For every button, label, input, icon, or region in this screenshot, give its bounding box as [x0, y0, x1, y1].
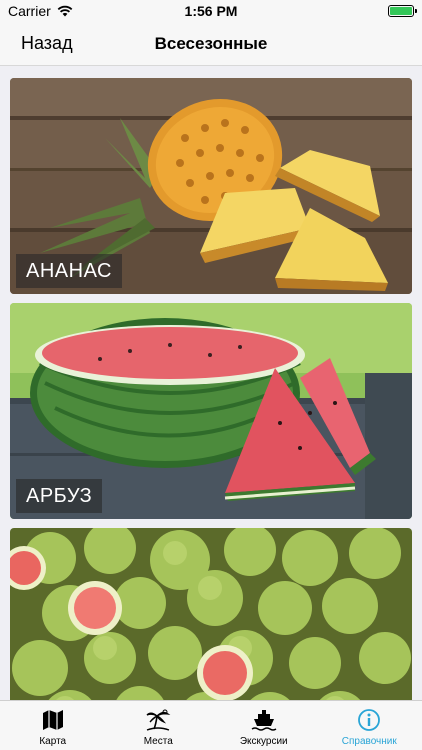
guava-photo	[10, 528, 412, 700]
ship-icon	[250, 706, 278, 734]
navigation-bar: Назад Всесезонные	[0, 22, 422, 66]
fruit-list[interactable]: АНАНАС АРБУЗ	[0, 66, 422, 700]
status-bar: Carrier 1:56 PM	[0, 0, 422, 22]
wifi-icon	[57, 5, 73, 17]
back-button[interactable]: Назад	[21, 33, 73, 54]
item-label: АРБУЗ	[16, 479, 103, 513]
tab-places[interactable]: Места	[106, 701, 212, 750]
carrier-label: Carrier	[8, 3, 51, 19]
tab-reference[interactable]: Справочник	[317, 701, 422, 750]
tab-label: Места	[143, 736, 173, 747]
tab-excursions[interactable]: Экскурсии	[211, 701, 317, 750]
map-icon	[39, 706, 67, 734]
list-item-watermelon[interactable]: АРБУЗ	[10, 303, 412, 519]
tab-bar: Карта Места Экскурсии Справочник	[0, 700, 422, 750]
tab-map[interactable]: Карта	[0, 701, 106, 750]
tab-label: Справочник	[341, 736, 397, 747]
status-left: Carrier	[8, 3, 73, 19]
battery-level	[390, 7, 412, 15]
info-icon	[355, 706, 383, 734]
palm-tree-icon	[144, 706, 172, 734]
battery-icon	[388, 5, 417, 17]
item-label: АНАНАС	[16, 254, 122, 288]
list-item-guava[interactable]	[10, 528, 412, 700]
list-item-pineapple[interactable]: АНАНАС	[10, 78, 412, 294]
tab-label: Карта	[39, 736, 67, 747]
tab-label: Экскурсии	[239, 736, 288, 747]
screen: Carrier 1:56 PM Назад Всесезонные АНАНАС…	[0, 0, 422, 750]
